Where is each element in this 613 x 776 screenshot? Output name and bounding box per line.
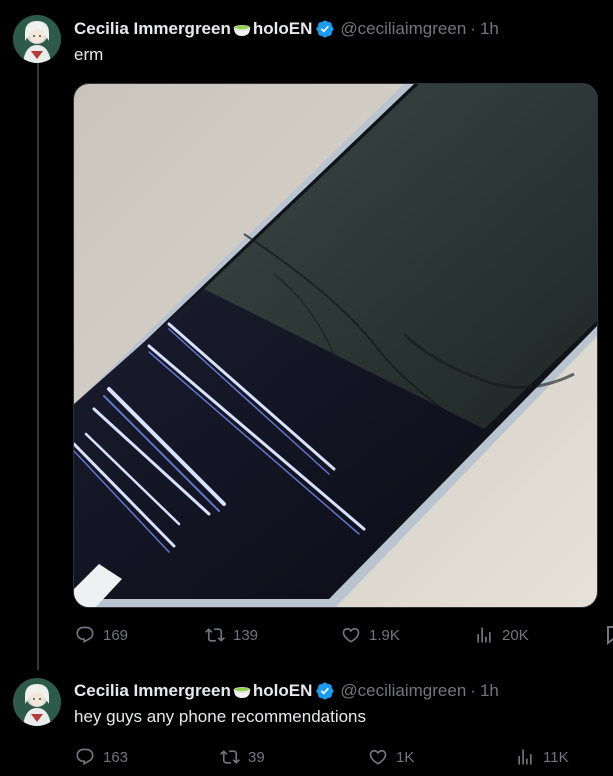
separator-dot: · xyxy=(470,681,476,700)
display-name-prefix: Cecilia Immergreen xyxy=(74,680,231,700)
timestamp[interactable]: 1h xyxy=(480,681,499,701)
reply-button[interactable]: 163 xyxy=(75,747,128,767)
tweet-header: Cecilia Immergreen holoEN @ceciliaimgreen… xyxy=(74,18,499,40)
display-name[interactable]: Cecilia Immergreen holoEN xyxy=(74,19,312,40)
reply-count: 169 xyxy=(103,626,129,644)
views-icon xyxy=(474,625,494,645)
like-count: 1.9K xyxy=(369,626,400,644)
thread-connector-line xyxy=(37,62,39,670)
reply-icon xyxy=(75,747,95,767)
matcha-tea-emoji-icon xyxy=(232,681,252,701)
avatar[interactable] xyxy=(13,678,61,726)
tweet-text: erm xyxy=(74,45,104,64)
cracked-phone-photo xyxy=(74,84,597,607)
reply-icon xyxy=(75,625,95,645)
repost-button[interactable]: 39 xyxy=(220,747,265,767)
repost-count: 39 xyxy=(248,748,265,766)
matcha-tea-emoji-icon xyxy=(232,19,252,39)
repost-count: 139 xyxy=(233,626,259,644)
display-name[interactable]: Cecilia Immergreen holoEN xyxy=(74,681,312,702)
separator-dot: · xyxy=(470,19,476,38)
avatar-image xyxy=(13,678,61,726)
like-icon xyxy=(341,625,361,645)
like-count: 1K xyxy=(396,748,415,766)
avatar[interactable] xyxy=(13,15,61,63)
user-handle[interactable]: @ceciliaimgreen xyxy=(340,19,466,39)
display-name-prefix: Cecilia Immergreen xyxy=(74,18,231,38)
tweet-header: Cecilia Immergreen holoEN @ceciliaimgreen… xyxy=(74,680,499,702)
timestamp[interactable]: 1h xyxy=(480,19,499,39)
like-button[interactable]: 1K xyxy=(368,747,414,767)
views-count: 20K xyxy=(502,626,529,644)
display-name-suffix: holoEN xyxy=(252,18,313,38)
verified-badge-icon[interactable] xyxy=(315,19,335,39)
repost-icon xyxy=(205,625,225,645)
display-name-suffix: holoEN xyxy=(252,680,313,700)
bookmark-icon[interactable] xyxy=(606,625,613,646)
views-button[interactable]: 11K xyxy=(515,747,569,767)
user-handle[interactable]: @ceciliaimgreen xyxy=(340,681,466,701)
like-button[interactable]: 1.9K xyxy=(341,625,400,645)
repost-button[interactable]: 139 xyxy=(205,625,258,645)
like-icon xyxy=(368,747,388,767)
reply-button[interactable]: 169 xyxy=(75,625,128,645)
views-count: 11K xyxy=(543,748,569,766)
tweet-text: hey guys any phone recommendations xyxy=(74,707,367,726)
tweet-photo[interactable] xyxy=(73,83,598,608)
repost-icon xyxy=(220,747,240,767)
views-button[interactable]: 20K xyxy=(474,625,529,645)
verified-badge-icon[interactable] xyxy=(315,681,335,701)
reply-count: 163 xyxy=(103,748,129,766)
views-icon xyxy=(515,747,535,767)
avatar-image xyxy=(13,15,61,63)
